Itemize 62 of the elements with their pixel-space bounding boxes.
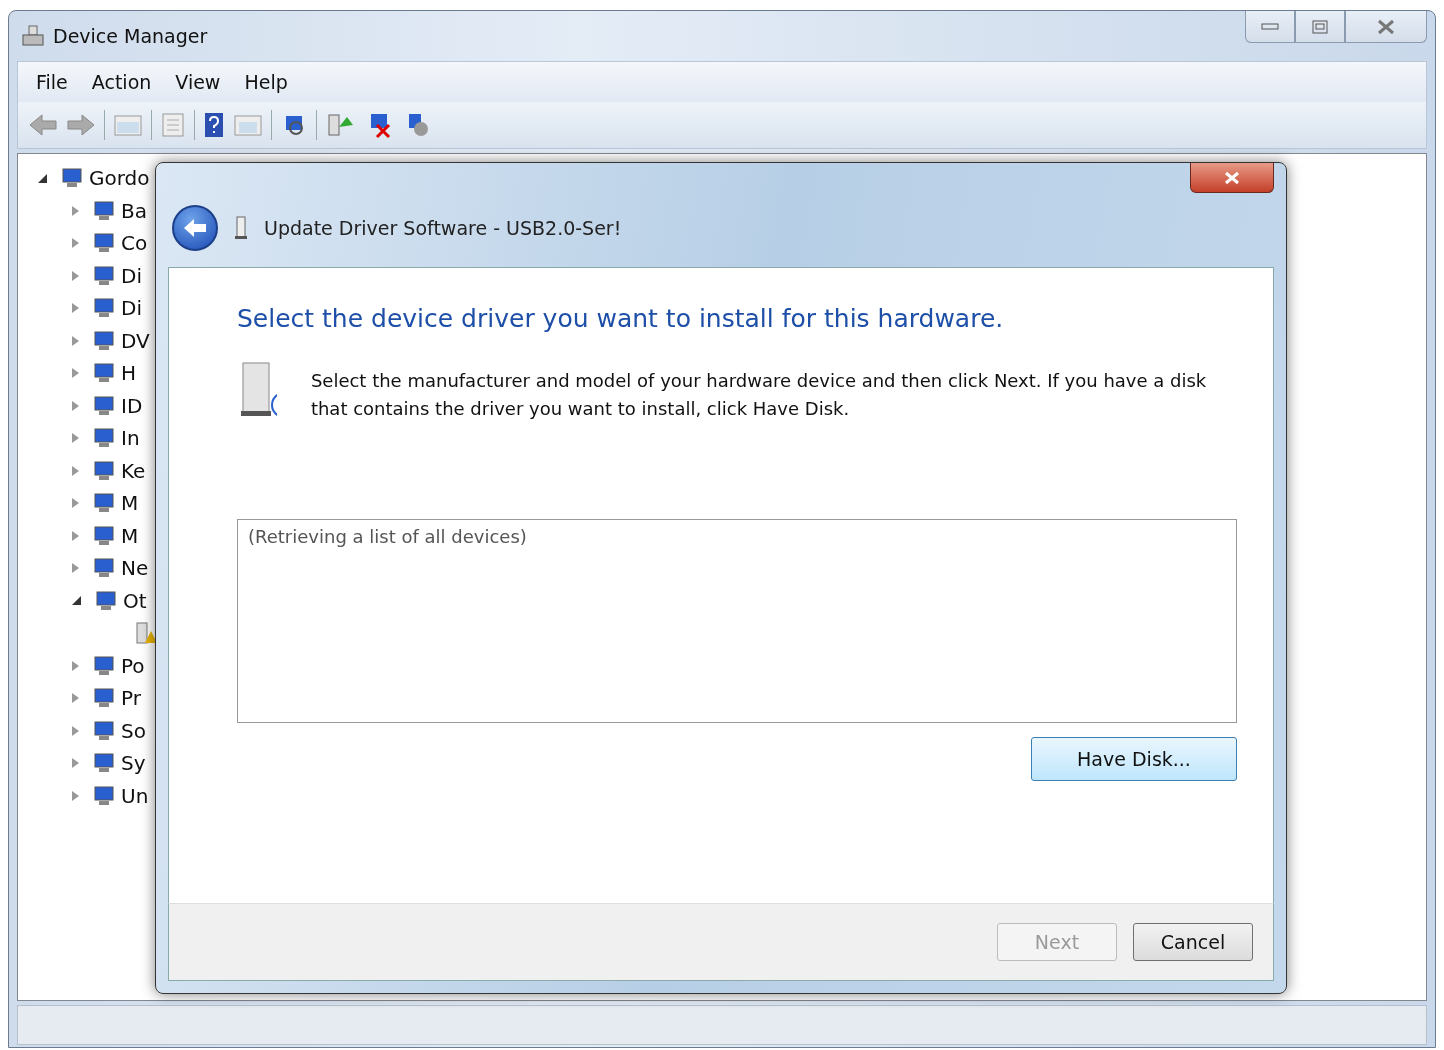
back-button[interactable] bbox=[172, 205, 218, 251]
instruction-text: Select the manufacturer and model of your hardware device and then click Next. If you have a disk that contains the driver you want to install, click Have Disk. bbox=[310, 369, 1208, 421]
forward-arrow-icon[interactable] bbox=[66, 113, 96, 137]
help-icon[interactable] bbox=[203, 112, 225, 138]
window-title: Device Manager bbox=[53, 25, 208, 47]
device-icon bbox=[91, 653, 117, 678]
back-arrow-icon bbox=[182, 217, 208, 239]
update-driver-icon[interactable] bbox=[325, 111, 355, 139]
menu-item[interactable]: File bbox=[28, 69, 76, 95]
tree-item[interactable]: Gordo bbox=[89, 166, 150, 191]
tree-item[interactable]: H bbox=[121, 361, 137, 386]
tree-item[interactable]: Ke bbox=[121, 458, 146, 483]
tree-item[interactable]: M bbox=[121, 491, 139, 516]
tree-item[interactable]: ID bbox=[121, 393, 143, 418]
menu-item[interactable]: Action bbox=[83, 69, 160, 95]
maximize-button[interactable] bbox=[1295, 11, 1345, 43]
tree-item[interactable]: Di bbox=[121, 296, 142, 321]
device-icon bbox=[91, 458, 117, 483]
tree-item[interactable]: DV bbox=[121, 328, 150, 353]
tree-item[interactable]: Di bbox=[121, 263, 142, 288]
device-icon bbox=[91, 198, 117, 223]
have-disk-button[interactable]: Have Disk... bbox=[1031, 737, 1237, 781]
dialog-button[interactable]: Cancel bbox=[1133, 923, 1253, 961]
dialog-heading: Select the device driver you want to install for this hardware. bbox=[237, 304, 1005, 333]
warning-device-icon bbox=[135, 621, 157, 646]
console-tree-icon[interactable] bbox=[113, 113, 143, 137]
device-icon bbox=[91, 783, 117, 808]
properties-icon[interactable] bbox=[160, 112, 186, 138]
device-icon bbox=[91, 718, 117, 743]
tree-item[interactable]: So bbox=[121, 718, 146, 743]
computer-icon bbox=[21, 25, 45, 47]
device-list[interactable]: (Retrieving a list of all devices) bbox=[237, 519, 1237, 723]
close-icon bbox=[1376, 18, 1396, 35]
tree-item[interactable]: Po bbox=[121, 653, 145, 678]
minimize-icon bbox=[1261, 22, 1279, 31]
action-pane-icon[interactable] bbox=[233, 113, 263, 137]
tree-item[interactable]: Co bbox=[121, 231, 148, 256]
tree-item[interactable]: Ot bbox=[123, 588, 147, 613]
back-arrow-icon[interactable] bbox=[28, 113, 58, 137]
minimize-button[interactable] bbox=[1245, 11, 1295, 43]
menu-item[interactable]: Help bbox=[236, 69, 296, 95]
tree-item[interactable]: Pr bbox=[121, 686, 141, 711]
list-status-text: (Retrieving a list of all devices) bbox=[248, 526, 527, 547]
device-icon bbox=[91, 263, 117, 288]
close-icon bbox=[1223, 170, 1241, 185]
menu-item[interactable]: View bbox=[167, 69, 229, 95]
maximize-icon bbox=[1312, 19, 1328, 34]
tree-item[interactable]: Ne bbox=[121, 556, 149, 581]
expander-icon[interactable] bbox=[72, 596, 81, 606]
tree-item[interactable]: Un bbox=[121, 783, 149, 808]
dialog-title: Update Driver Software - USB2.0-Ser! bbox=[264, 217, 622, 239]
device-icon bbox=[91, 393, 117, 418]
expander-icon[interactable] bbox=[38, 173, 47, 183]
device-icon bbox=[91, 328, 117, 353]
device-icon bbox=[91, 523, 117, 548]
tree-item[interactable]: Sy bbox=[121, 751, 146, 776]
tree-item[interactable]: Ba bbox=[121, 198, 147, 223]
close-button[interactable] bbox=[1190, 163, 1274, 193]
device-icon bbox=[93, 588, 119, 613]
usb-device-icon bbox=[234, 215, 248, 241]
tree-item[interactable]: In bbox=[121, 426, 140, 451]
tree-item[interactable]: M bbox=[121, 523, 139, 548]
